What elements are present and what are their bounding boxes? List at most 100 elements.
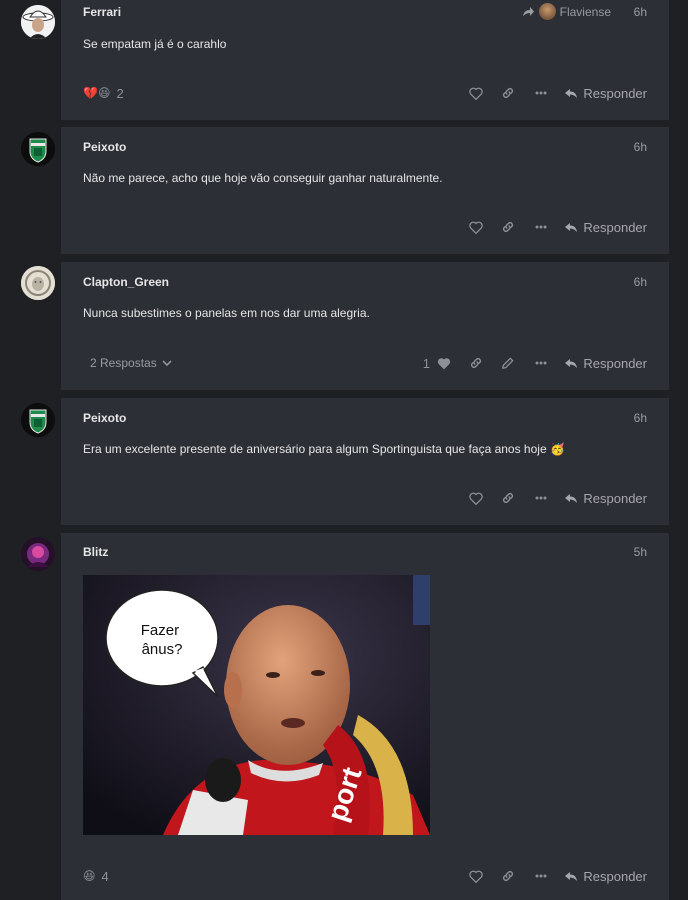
post-peixoto: Peixoto 6h Não me parece, acho que hoje … [0, 127, 688, 257]
chevron-down-icon [162, 360, 172, 366]
link-icon [503, 222, 513, 232]
post-body: Se empatam já é o carahlo [83, 37, 227, 51]
post-time[interactable]: 6h [634, 411, 647, 425]
post-time[interactable]: 6h [634, 140, 647, 154]
like-button[interactable] [469, 488, 483, 508]
post-card: Ferrari Flaviense 6h Se empatam já é o c… [61, 0, 669, 120]
copy-link-button[interactable] [501, 488, 515, 508]
post-card: Peixoto 6h Não me parece, acho que hoje … [61, 127, 669, 254]
post-blitz: Blitz 5h port Fazer ânus? 😆 4 Responder [0, 533, 688, 900]
like-button[interactable] [469, 83, 483, 103]
post-actions: 😆 4 Responder [61, 866, 669, 886]
more-icon [535, 874, 547, 878]
reply-label: Responder [583, 355, 647, 371]
speech-bubble-line-2: ânus? [142, 641, 183, 658]
post-card: Peixoto 6h Era um excelente presente de … [61, 398, 669, 525]
more-icon [535, 361, 547, 365]
heart-icon [437, 357, 451, 369]
like-button[interactable] [469, 866, 483, 886]
post-actions: Responder [61, 488, 669, 508]
post-author[interactable]: Peixoto [83, 140, 126, 154]
reply-button[interactable]: Responder [564, 488, 647, 508]
reaction-count: 4 [101, 868, 109, 884]
post-author[interactable]: Clapton_Green [83, 275, 169, 289]
heart-icon [469, 221, 483, 234]
more-button[interactable] [535, 353, 547, 373]
post-card: Clapton_Green 6h Nunca subestimes o pane… [61, 262, 669, 390]
reply-button[interactable]: Responder [564, 866, 647, 886]
post-body: Era um excelente presente de aniversário… [83, 442, 565, 456]
post-card: Blitz 5h port Fazer ânus? 😆 4 Responder [61, 533, 669, 900]
reply-arrow-icon [565, 871, 578, 881]
post-actions: 2 Respostas 1 Responder [61, 353, 669, 373]
more-button[interactable] [535, 217, 547, 237]
reaction-emojis: 💔😆 [83, 86, 111, 100]
post-time[interactable]: 6h [634, 275, 647, 289]
post-time[interactable]: 6h [634, 5, 647, 19]
reply-label: Responder [583, 490, 647, 506]
speech-bubble-line-1: Fazer [141, 622, 179, 639]
link-icon [503, 493, 513, 503]
copy-link-button[interactable] [501, 866, 515, 886]
like-button[interactable] [469, 217, 483, 237]
reply-arrow-icon [565, 88, 578, 98]
more-button[interactable] [535, 83, 547, 103]
reactions[interactable]: 😆 4 [83, 866, 109, 886]
crest-avatar-icon [21, 403, 55, 437]
lion-avatar-icon [21, 266, 55, 300]
cowboy-avatar-icon [21, 5, 55, 39]
avatar-ferrari[interactable] [21, 5, 55, 39]
more-icon [535, 91, 547, 95]
post-ferrari: Ferrari Flaviense 6h Se empatam já é o c… [0, 0, 688, 122]
post-author[interactable]: Peixoto [83, 411, 126, 425]
more-button[interactable] [535, 866, 547, 886]
post-time[interactable]: 5h [634, 545, 647, 559]
more-icon [535, 225, 547, 229]
reactions[interactable]: 💔😆 2 [83, 83, 124, 103]
avatar-peixoto[interactable] [21, 403, 55, 437]
like-count: 1 [422, 355, 430, 371]
link-icon [503, 871, 513, 881]
link-icon [471, 358, 481, 368]
meme-illustration: port Fazer ânus? [83, 575, 430, 835]
avatar-peixoto[interactable] [21, 132, 55, 166]
reply-arrow-icon [565, 358, 578, 368]
post-body: Nunca subestimes o panelas em nos dar um… [83, 306, 370, 320]
reply-button[interactable]: Responder [564, 217, 647, 237]
post-author[interactable]: Ferrari [83, 5, 121, 19]
reply-to-indicator[interactable]: Flaviense [522, 3, 611, 20]
share-arrow-icon [522, 7, 534, 16]
more-button[interactable] [535, 488, 547, 508]
post-clapton-green: Clapton_Green 6h Nunca subestimes o pane… [0, 262, 688, 392]
reply-button[interactable]: Responder [564, 353, 647, 373]
like-button[interactable]: 1 [423, 353, 451, 373]
replies-label: 2 Respostas [90, 356, 157, 370]
meme-image[interactable]: port Fazer ânus? [83, 575, 430, 835]
reply-to-avatar [538, 3, 556, 20]
copy-link-button[interactable] [501, 217, 515, 237]
more-icon [535, 496, 547, 500]
character-avatar-icon [21, 537, 55, 571]
post-actions: Responder [61, 217, 669, 237]
reply-label: Responder [583, 868, 647, 884]
reply-label: Responder [583, 219, 647, 235]
copy-link-button[interactable] [501, 83, 515, 103]
reply-arrow-icon [565, 222, 578, 232]
crest-avatar-icon [21, 132, 55, 166]
link-icon [503, 88, 513, 98]
edit-button[interactable] [501, 353, 515, 373]
reply-to-name: Flaviense [559, 4, 611, 19]
show-replies-button[interactable]: 2 Respostas [90, 356, 172, 370]
reply-arrow-icon [565, 493, 578, 503]
post-body: Não me parece, acho que hoje vão consegu… [83, 171, 443, 185]
heart-icon [469, 87, 483, 100]
post-peixoto-2: Peixoto 6h Era um excelente presente de … [0, 398, 688, 528]
heart-icon [469, 492, 483, 505]
avatar-blitz[interactable] [21, 537, 55, 571]
pencil-icon [502, 357, 514, 369]
copy-link-button[interactable] [469, 353, 483, 373]
avatar-clapton-green[interactable] [21, 266, 55, 300]
post-actions: 💔😆 2 Responder [61, 83, 669, 103]
reply-button[interactable]: Responder [564, 83, 647, 103]
post-author[interactable]: Blitz [83, 545, 108, 559]
